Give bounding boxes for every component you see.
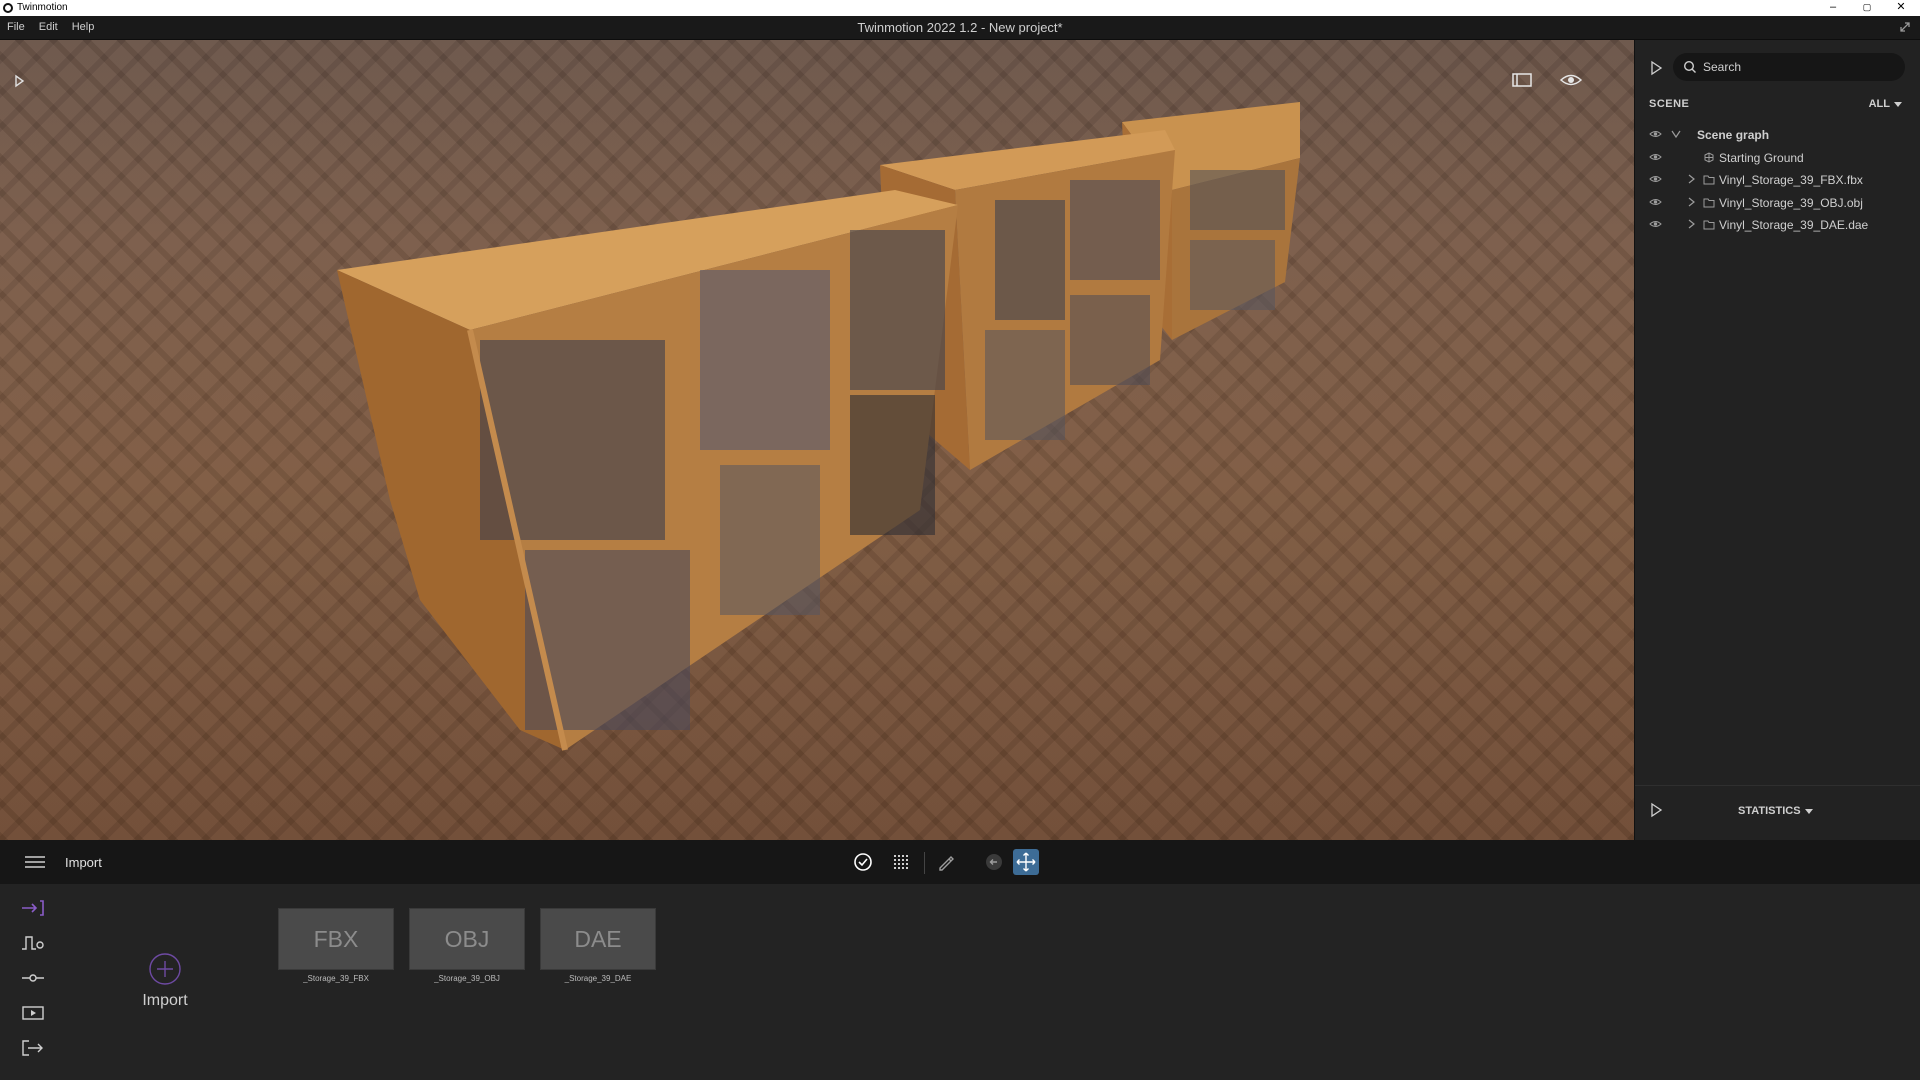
select-check-icon[interactable] (851, 850, 875, 874)
scene-section-label: SCENE (1649, 98, 1690, 110)
toolbar-divider (924, 852, 925, 874)
os-title-bar: Twinmotion – ▢ ✕ (0, 0, 1920, 16)
close-button[interactable]: ✕ (1884, 0, 1918, 16)
asset-thumbnail[interactable]: FBX (278, 908, 394, 970)
statistics-dropdown[interactable]: STATISTICS (1738, 805, 1813, 817)
search-box[interactable] (1673, 53, 1905, 81)
statistics-bar: STATISTICS (1635, 785, 1920, 840)
move-tool-button[interactable] (1013, 849, 1039, 875)
ground-icon (1704, 151, 1714, 163)
app-header: File Edit Help Twinmotion 2022 1.2 - New… (0, 16, 1920, 40)
grid-snap-icon[interactable] (889, 850, 913, 874)
tree-item-label: Vinyl_Storage_39_DAE.dae (1719, 218, 1869, 232)
bottom-toolbar: Import (0, 840, 1920, 884)
asset-thumbnail[interactable]: OBJ (409, 908, 525, 970)
visibility-eye-icon[interactable] (1649, 219, 1662, 229)
caret-down-icon (1804, 808, 1813, 814)
search-icon (1683, 60, 1696, 73)
expand-left-panel-icon[interactable] (12, 74, 26, 88)
import-nav-icon[interactable] (20, 898, 46, 918)
asset-thumbnail[interactable]: DAE (540, 908, 656, 970)
folder-icon (1703, 198, 1715, 207)
visibility-eye-icon[interactable] (1649, 129, 1662, 139)
move-arrows-icon (1016, 852, 1036, 872)
import-add-button[interactable]: Import (135, 952, 195, 1010)
plus-circle-icon (149, 953, 181, 985)
folder-icon (1703, 220, 1715, 230)
tree-item-starting-ground[interactable]: Starting Ground (1635, 147, 1920, 170)
tree-item-label: Vinyl_Storage_39_OBJ.obj (1719, 195, 1863, 210)
asset-caption: _Storage_39_FBX (303, 974, 369, 983)
asset-caption: _Storage_39_DAE (564, 974, 632, 983)
scene-tree: Scene graph Starting Ground Vinyl_Storag… (1635, 124, 1920, 237)
os-window-title: Twinmotion (17, 2, 68, 13)
play-panel-icon[interactable] (1649, 802, 1663, 818)
scene-panel: SCENE ALL Scene graph Starting Ground Vi… (1634, 40, 1920, 840)
folder-icon (1703, 175, 1715, 185)
import-label: Import (142, 992, 188, 1009)
chevron-down-icon[interactable] (1671, 129, 1681, 139)
eyedropper-icon[interactable] (934, 850, 958, 874)
tree-item-vinyl-fbx[interactable]: Vinyl_Storage_39_FBX.fbx (1635, 169, 1920, 192)
library-panel: Import FBX _Storage_39_FBX OBJ _Storage_… (0, 884, 1920, 1080)
scene-render (337, 102, 1300, 751)
media-nav-icon[interactable] (20, 1003, 46, 1023)
view-frame-icon[interactable] (1510, 70, 1534, 90)
side-nav (20, 898, 50, 1073)
asset-dae[interactable]: DAE _Storage_39_DAE (540, 908, 656, 983)
visibility-eye-icon[interactable] (1649, 152, 1662, 162)
context-nav-icon[interactable] (20, 933, 46, 953)
tree-item-label: Starting Ground (1719, 150, 1804, 165)
scene-filter-dropdown[interactable]: ALL (1869, 98, 1902, 110)
configure-nav-icon[interactable] (20, 968, 46, 988)
statistics-label: STATISTICS (1738, 805, 1801, 817)
minimize-button[interactable]: – (1816, 0, 1850, 16)
tree-item-label: Scene graph (1697, 128, 1770, 142)
fullscreen-expand-icon[interactable] (1898, 20, 1912, 34)
chevron-right-icon[interactable] (1686, 174, 1696, 184)
search-input[interactable] (1703, 58, 1893, 76)
asset-caption: _Storage_39_OBJ (434, 974, 500, 983)
collapse-right-panel-icon[interactable] (1649, 60, 1663, 76)
3d-viewport[interactable] (0, 40, 1634, 840)
twinmotion-app-icon (3, 3, 13, 13)
tree-item-vinyl-dae[interactable]: Vinyl_Storage_39_DAE.dae (1635, 214, 1920, 237)
chevron-right-icon[interactable] (1686, 219, 1696, 229)
visibility-eye-icon[interactable] (1649, 174, 1662, 184)
tree-item-vinyl-obj[interactable]: Vinyl_Storage_39_OBJ.obj (1635, 192, 1920, 215)
window-title: Twinmotion 2022 1.2 - New project* (857, 20, 1063, 35)
vinyl-shelf-near (337, 190, 958, 751)
asset-obj[interactable]: OBJ _Storage_39_OBJ (409, 908, 525, 983)
visibility-eye-icon[interactable] (1649, 197, 1662, 207)
visibility-eye-icon[interactable] (1559, 70, 1583, 90)
undo-circle-icon[interactable] (982, 850, 1006, 874)
scene-filter-label: ALL (1868, 98, 1890, 110)
tree-item-scene-graph[interactable]: Scene graph (1635, 124, 1920, 147)
chevron-right-icon[interactable] (1686, 197, 1696, 207)
caret-down-icon (1894, 101, 1902, 107)
maximize-button[interactable]: ▢ (1850, 0, 1884, 16)
tree-item-label: Vinyl_Storage_39_FBX.fbx (1719, 173, 1863, 187)
asset-fbx[interactable]: FBX _Storage_39_FBX (278, 908, 394, 983)
hamburger-menu-icon[interactable] (25, 855, 45, 869)
section-title: Import (65, 855, 102, 870)
export-nav-icon[interactable] (20, 1038, 46, 1058)
